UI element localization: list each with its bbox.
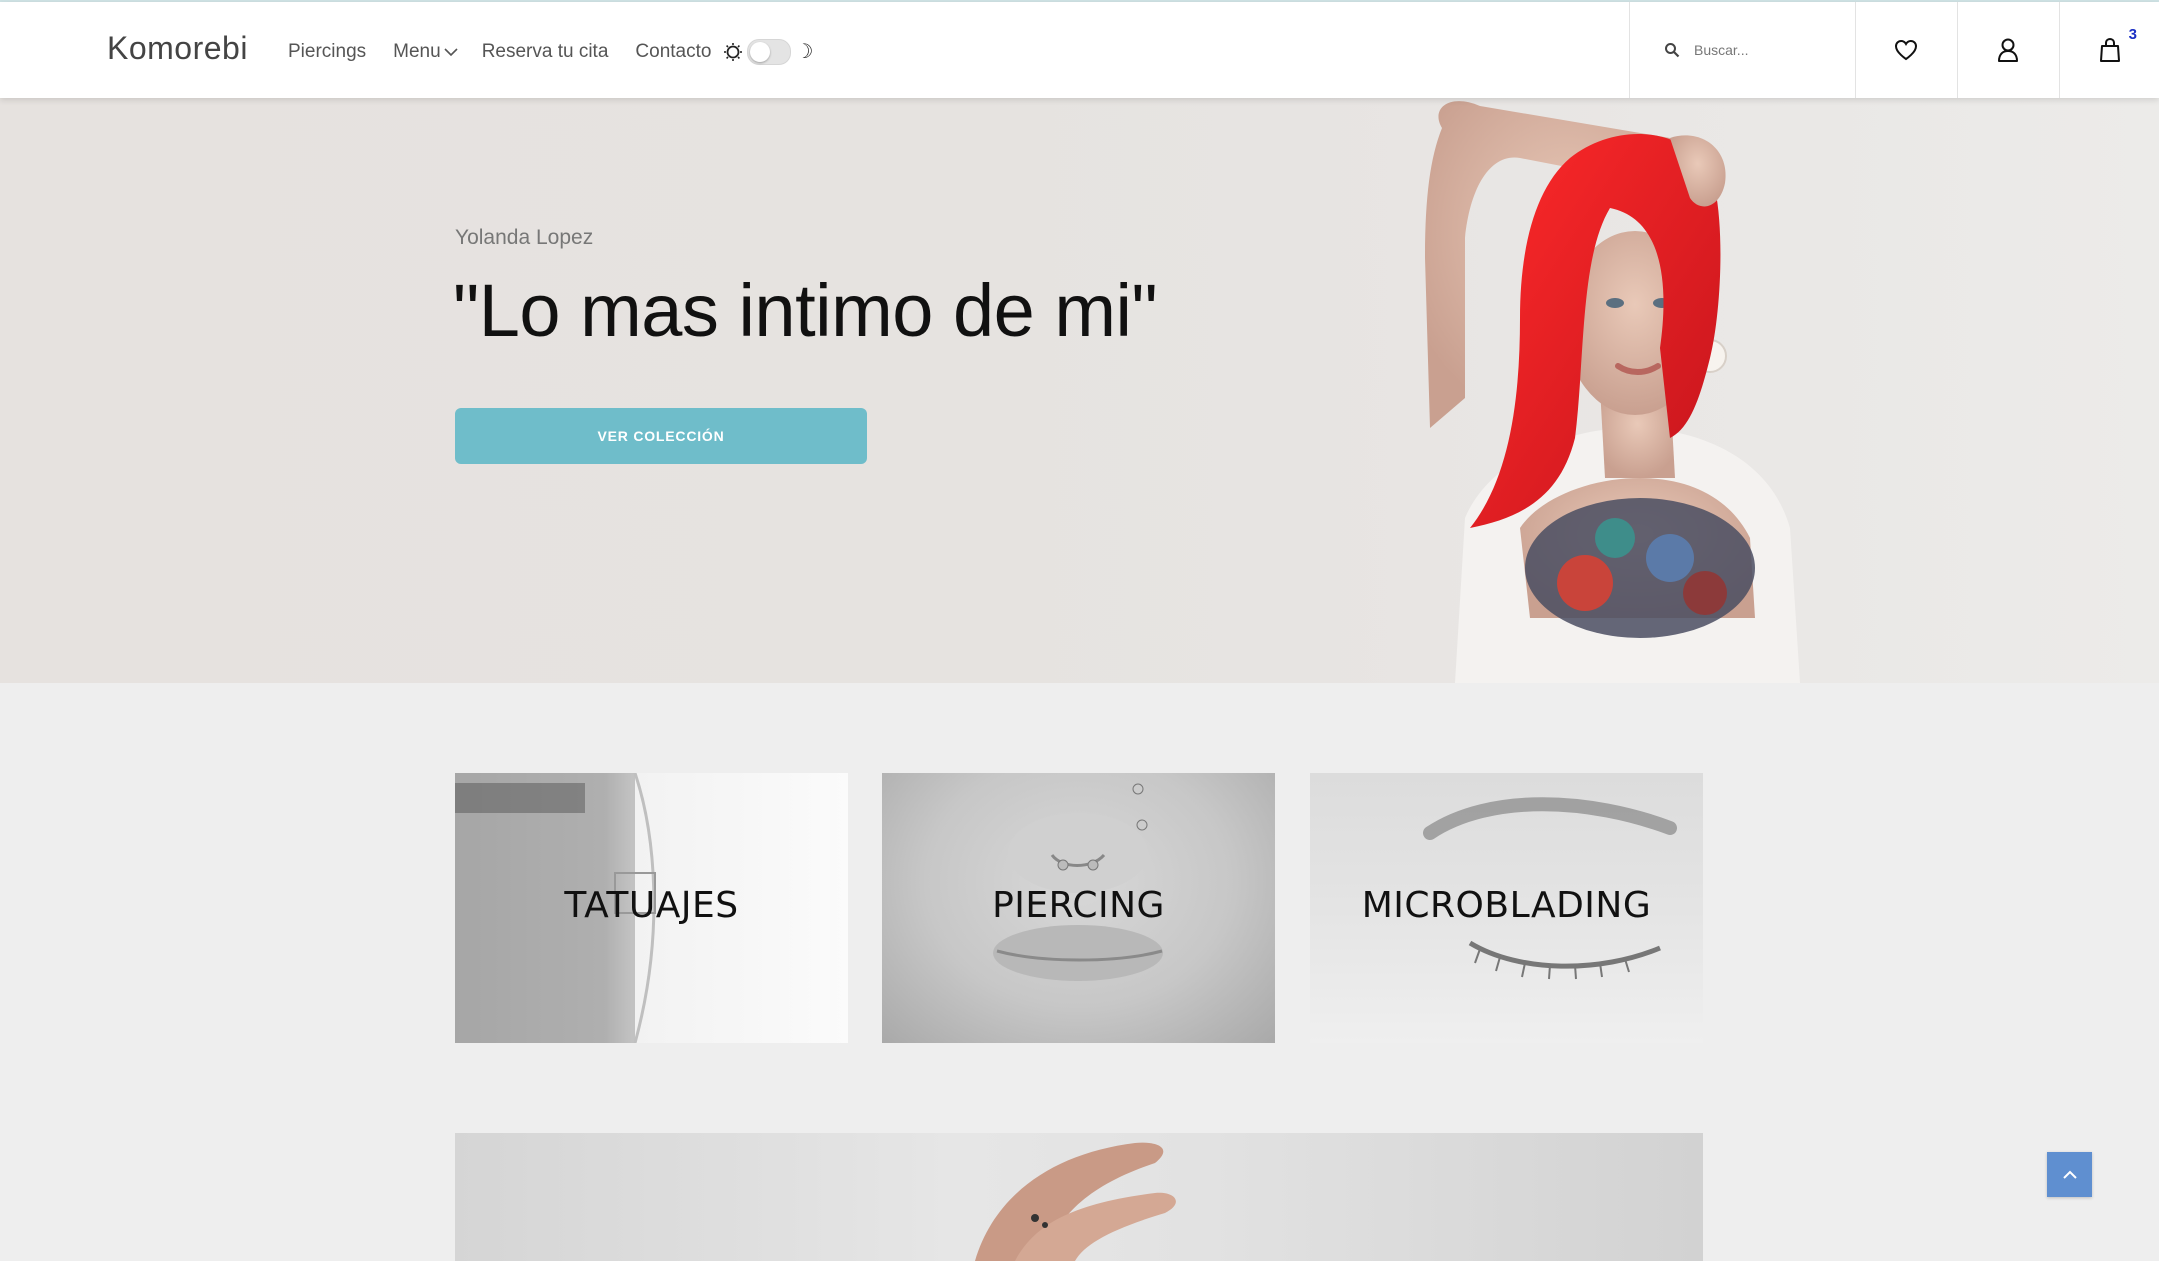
heart-icon <box>1894 39 1918 61</box>
wishlist-button[interactable] <box>1856 2 1956 98</box>
dark-mode-toggle[interactable] <box>747 39 792 65</box>
main-nav: Piercings Menu Reserva tu cita Contacto <box>288 39 813 65</box>
category-label: PIERCING <box>992 885 1165 926</box>
category-card-tatuajes[interactable]: TATUAJES <box>455 773 848 1043</box>
search-input[interactable] <box>1692 41 1836 59</box>
nav-item-contacto[interactable]: Contacto <box>635 41 711 63</box>
category-label: MICROBLADING <box>1361 885 1652 926</box>
cart-button[interactable]: 3 <box>2060 2 2159 98</box>
moon-icon: ☽ <box>795 41 814 63</box>
banner-model-image <box>975 1142 1176 1261</box>
category-label: TATUAJES <box>564 885 739 926</box>
nav-item-menu-label: Menu <box>393 41 441 62</box>
scroll-to-top-button[interactable] <box>2047 1152 2092 1197</box>
cart-count-badge: 3 <box>2128 26 2137 43</box>
hero-banner: Yolanda Lopez "Lo mas intimo de mi" VER … <box>0 98 2159 683</box>
category-card-microblading[interactable]: MICROBLADING <box>1310 773 1703 1043</box>
search-box <box>1630 2 1854 98</box>
site-logo[interactable]: Komorebi <box>107 30 248 67</box>
toggle-knob <box>750 42 771 62</box>
user-icon <box>1998 38 2018 62</box>
hero-title: "Lo mas intimo de mi" <box>453 269 1158 352</box>
search-icon[interactable] <box>1664 42 1680 58</box>
view-collection-button[interactable]: VER COLECCIÓN <box>455 408 867 464</box>
chevron-up-icon <box>2062 1170 2077 1179</box>
hero-model-image <box>1425 101 1800 683</box>
category-card-piercing[interactable]: PIERCING <box>882 773 1275 1043</box>
site-header: Komorebi Piercings Menu Reserva tu cita … <box>0 2 2159 98</box>
theme-toggle-group: ☽ <box>723 39 813 65</box>
nav-item-menu[interactable]: Menu <box>393 41 458 63</box>
featured-banner <box>455 1133 1703 1261</box>
nav-item-piercings[interactable]: Piercings <box>288 41 366 63</box>
bag-icon <box>2099 37 2120 62</box>
nav-item-reserva[interactable]: Reserva tu cita <box>482 41 609 63</box>
hero-subtitle: Yolanda Lopez <box>455 226 594 249</box>
sun-icon <box>724 43 743 61</box>
account-button[interactable] <box>1958 2 2058 98</box>
chevron-down-icon <box>444 48 458 57</box>
